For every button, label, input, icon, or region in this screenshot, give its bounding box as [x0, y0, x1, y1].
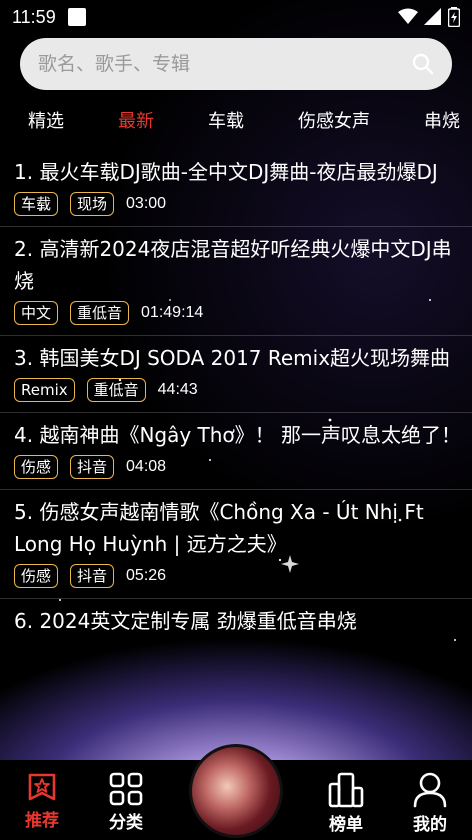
song-title: 6. 2024英文定制专属 劲爆重低音串烧 [14, 609, 357, 633]
battery-icon [448, 7, 460, 27]
notification-icon [67, 8, 86, 26]
search-icon[interactable] [412, 53, 434, 75]
song-title: 1. 最火车载DJ歌曲-全中文DJ舞曲-夜店最劲爆DJ [14, 160, 438, 184]
song-list: 1. 最火车载DJ歌曲-全中文DJ舞曲-夜店最劲爆DJ 车载 现场 03:00 … [0, 150, 472, 647]
list-item[interactable]: 6. 2024英文定制专属 劲爆重低音串烧 [0, 599, 472, 647]
category-tabs: 精选 最新 车载 伤感女声 串烧 [0, 100, 472, 140]
bottom-nav: 推荐 分类 榜单 我的 [0, 744, 472, 840]
grid-icon [109, 772, 143, 806]
song-tag: Remix [14, 378, 75, 402]
star-badge-icon [28, 773, 56, 801]
song-tag: 抖音 [70, 564, 115, 588]
bar-chart-icon [328, 772, 364, 808]
status-time: 11:59 [12, 6, 56, 27]
song-duration: 04:08 [126, 458, 167, 475]
list-item[interactable]: 5. 伤感女声越南情歌《Chồng Xa - Út Nhị Ft Long Họ… [0, 490, 472, 599]
search-input[interactable] [38, 53, 412, 75]
song-tag: 现场 [70, 192, 115, 216]
tab-latest[interactable]: 最新 [118, 107, 154, 133]
song-tag: 车载 [14, 192, 59, 216]
tab-medley[interactable]: 串烧 [424, 107, 460, 133]
song-tag: 中文 [14, 301, 59, 325]
list-item[interactable]: 4. 越南神曲《Ngây Thơ》！ 那一声叹息太绝了！ 伤感 抖音 04:08 [0, 413, 472, 490]
nav-label: 推荐 [25, 811, 59, 831]
song-tag: 伤感 [14, 564, 59, 588]
song-tag: 重低音 [70, 301, 130, 325]
tab-featured[interactable]: 精选 [28, 107, 64, 133]
song-duration: 01:49:14 [141, 304, 204, 321]
status-bar: 11:59 [0, 0, 472, 34]
wifi-icon [398, 8, 418, 24]
list-item[interactable]: 3. 韩国美女DJ SODA 2017 Remix超火现场舞曲 Remix 重低… [0, 336, 472, 413]
user-icon [413, 772, 447, 808]
nav-category[interactable]: 分类 [84, 772, 168, 833]
list-item[interactable]: 2. 高清新2024夜店混音超好听经典火爆中文DJ串烧 中文 重低音 01:49… [0, 227, 472, 336]
nav-mine[interactable]: 我的 [388, 772, 472, 835]
song-tag: 抖音 [70, 455, 115, 479]
now-playing-disc[interactable] [189, 744, 283, 838]
song-duration: 05:26 [126, 567, 167, 584]
nav-label: 榜单 [329, 815, 363, 835]
song-duration: 44:43 [157, 381, 198, 398]
song-duration: 03:00 [126, 195, 167, 212]
song-title: 3. 韩国美女DJ SODA 2017 Remix超火现场舞曲 [14, 346, 451, 370]
song-title: 5. 伤感女声越南情歌《Chồng Xa - Út Nhị Ft Long Họ… [14, 500, 424, 556]
song-tag: 伤感 [14, 455, 59, 479]
song-tag: 重低音 [86, 378, 146, 402]
nav-label: 分类 [109, 813, 143, 833]
signal-icon [424, 8, 441, 25]
list-item[interactable]: 1. 最火车载DJ歌曲-全中文DJ舞曲-夜店最劲爆DJ 车载 现场 03:00 [0, 150, 472, 227]
search-bar[interactable] [20, 38, 452, 90]
nav-charts[interactable]: 榜单 [304, 772, 388, 835]
song-title: 4. 越南神曲《Ngây Thơ》！ 那一声叹息太绝了！ [14, 423, 462, 447]
tab-sad-female[interactable]: 伤感女声 [298, 107, 370, 133]
nav-label: 我的 [413, 815, 447, 835]
nav-recommend[interactable]: 推荐 [0, 772, 84, 831]
tab-car[interactable]: 车载 [208, 107, 244, 133]
song-title: 2. 高清新2024夜店混音超好听经典火爆中文DJ串烧 [14, 237, 452, 293]
